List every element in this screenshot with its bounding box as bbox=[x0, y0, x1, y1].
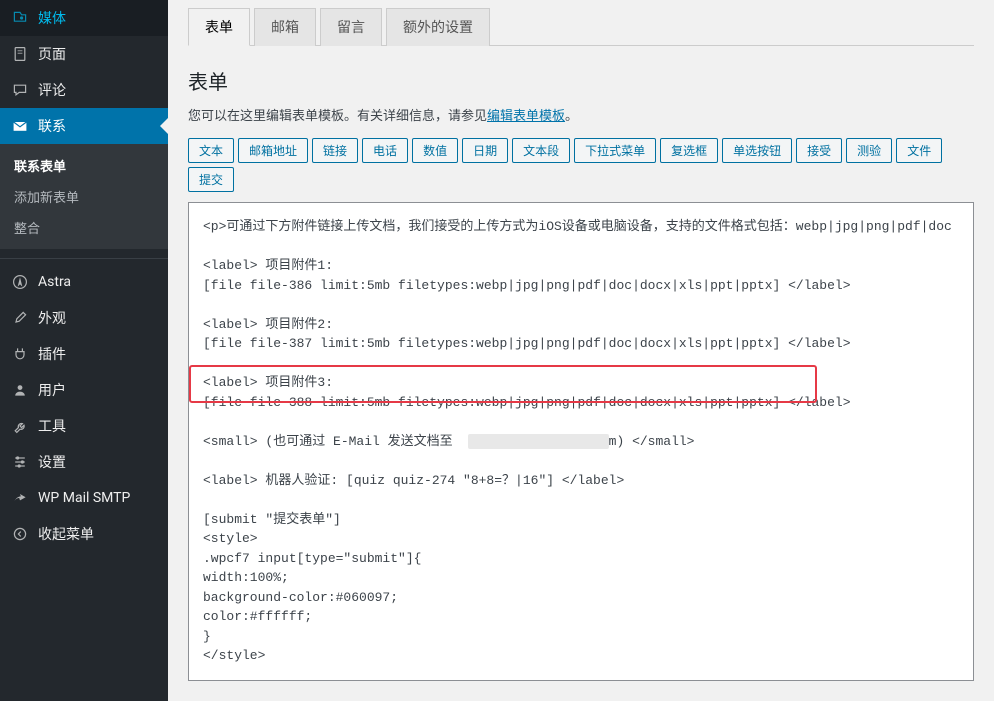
menu-item-brush[interactable]: 外观 bbox=[0, 300, 168, 336]
editor-line: .wpcf7 input[type="submit"]{ bbox=[203, 549, 959, 569]
editor-line bbox=[203, 412, 959, 432]
editor-line: } bbox=[203, 627, 959, 647]
tab-额外的设置[interactable]: 额外的设置 bbox=[386, 8, 490, 46]
plug-icon bbox=[10, 344, 30, 364]
menu-label: 用户 bbox=[38, 380, 66, 400]
editor-line: <style> bbox=[203, 529, 959, 549]
menu-item-smtp[interactable]: WP Mail SMTP bbox=[0, 480, 168, 516]
editor-line bbox=[203, 354, 959, 374]
editor-line bbox=[203, 490, 959, 510]
editor-line: width:100%; bbox=[203, 568, 959, 588]
editor-line bbox=[203, 451, 959, 471]
menu-item-collapse[interactable]: 收起菜单 bbox=[0, 516, 168, 552]
main-content: 表单邮箱留言额外的设置 表单 您可以在这里编辑表单模板。有关详细信息，请参见编辑… bbox=[168, 0, 994, 701]
admin-sidebar: 媒体页面评论联系 联系表单添加新表单整合 Astra 外观插件用户工具设置 WP M… bbox=[0, 0, 168, 701]
tool-icon bbox=[10, 416, 30, 436]
tag-button[interactable]: 数值 bbox=[412, 138, 458, 163]
menu-label: 页面 bbox=[38, 44, 66, 64]
editor-line: [submit "提交表单"] bbox=[203, 510, 959, 530]
collapse-icon bbox=[10, 524, 30, 544]
editor-line: [file file-386 limit:5mb filetypes:webp|… bbox=[203, 276, 959, 296]
panel-tabs: 表单邮箱留言额外的设置 bbox=[188, 0, 974, 46]
editor-line: <label> 项目附件2: bbox=[203, 315, 959, 335]
page-icon bbox=[10, 44, 30, 64]
tag-button[interactable]: 文本段 bbox=[512, 138, 570, 163]
menu-label: 设置 bbox=[38, 452, 66, 472]
submenu-item[interactable]: 联系表单 bbox=[0, 150, 168, 181]
tag-button[interactable]: 测验 bbox=[846, 138, 892, 163]
menu-item-plug[interactable]: 插件 bbox=[0, 336, 168, 372]
form-template-editor[interactable]: <p>可通过下方附件链接上传文档，我们接受的上传方式为iOS设备或电脑设备，支持… bbox=[188, 202, 974, 681]
tag-button[interactable]: 复选框 bbox=[660, 138, 718, 163]
editor-line bbox=[203, 237, 959, 257]
editor-line: color:#ffffff; bbox=[203, 607, 959, 627]
panel-description: 您可以在这里编辑表单模板。有关详细信息，请参见编辑表单模板。 bbox=[188, 105, 974, 124]
smtp-icon bbox=[10, 488, 30, 508]
astra-icon bbox=[10, 272, 30, 292]
editor-line: <label> 项目附件1: bbox=[203, 256, 959, 276]
tag-button[interactable]: 接受 bbox=[796, 138, 842, 163]
menu-label: 联系 bbox=[38, 116, 66, 136]
tag-button[interactable]: 日期 bbox=[462, 138, 508, 163]
editor-line: </style> bbox=[203, 646, 959, 666]
menu-label: 收起菜单 bbox=[38, 524, 94, 544]
menu-item-mail[interactable]: 联系 bbox=[0, 108, 168, 144]
menu-item-media[interactable]: 媒体 bbox=[0, 0, 168, 36]
menu-label: Astra bbox=[38, 274, 71, 290]
tag-button[interactable]: 文件 bbox=[896, 138, 942, 163]
submenu-item[interactable]: 添加新表单 bbox=[0, 181, 168, 212]
comment-icon bbox=[10, 80, 30, 100]
menu-label: 媒体 bbox=[38, 8, 66, 28]
mail-icon bbox=[10, 116, 30, 136]
tag-button[interactable]: 单选按钮 bbox=[722, 138, 792, 163]
menu-label: 外观 bbox=[38, 308, 66, 328]
submenu-item[interactable]: 整合 bbox=[0, 212, 168, 243]
menu-item-page[interactable]: 页面 bbox=[0, 36, 168, 72]
tag-button[interactable]: 电话 bbox=[362, 138, 408, 163]
menu-label: WP Mail SMTP bbox=[38, 490, 130, 506]
media-icon bbox=[10, 8, 30, 28]
menu-item-astra[interactable]: Astra bbox=[0, 264, 168, 300]
menu-item-comment[interactable]: 评论 bbox=[0, 72, 168, 108]
tag-button[interactable]: 下拉式菜单 bbox=[574, 138, 656, 163]
editor-line: <label> 机器人验证: [quiz quiz-274 "8+8=？|16"… bbox=[203, 471, 959, 491]
editor-line: <p>可通过下方附件链接上传文档，我们接受的上传方式为iOS设备或电脑设备，支持… bbox=[203, 217, 959, 237]
tag-button[interactable]: 提交 bbox=[188, 167, 234, 192]
doc-link[interactable]: 编辑表单模板 bbox=[487, 109, 565, 124]
menu-item-tool[interactable]: 工具 bbox=[0, 408, 168, 444]
tag-button[interactable]: 文本 bbox=[188, 138, 234, 163]
editor-line: <small> (也可通过 E-Mail 发送文档至 █████████████… bbox=[203, 432, 959, 452]
menu-label: 评论 bbox=[38, 80, 66, 100]
tag-button[interactable]: 邮箱地址 bbox=[238, 138, 308, 163]
tab-表单[interactable]: 表单 bbox=[188, 8, 250, 46]
editor-line: [file file-388 limit:5mb filetypes:webp|… bbox=[203, 393, 959, 413]
editor-line: [file file-387 limit:5mb filetypes:webp|… bbox=[203, 334, 959, 354]
brush-icon bbox=[10, 308, 30, 328]
editor-line bbox=[203, 295, 959, 315]
form-tag-buttons: 文本邮箱地址链接电话数值日期文本段下拉式菜单复选框单选按钮接受测验文件提交 bbox=[188, 138, 974, 192]
menu-item-settings[interactable]: 设置 bbox=[0, 444, 168, 480]
menu-label: 工具 bbox=[38, 416, 66, 436]
editor-line: background-color:#060097; bbox=[203, 588, 959, 608]
tab-留言[interactable]: 留言 bbox=[320, 8, 382, 46]
menu-item-user[interactable]: 用户 bbox=[0, 372, 168, 408]
editor-line: <label> 项目附件3: bbox=[203, 373, 959, 393]
settings-icon bbox=[10, 452, 30, 472]
menu-label: 插件 bbox=[38, 344, 66, 364]
user-icon bbox=[10, 380, 30, 400]
panel-title: 表单 bbox=[188, 66, 974, 95]
tab-邮箱[interactable]: 邮箱 bbox=[254, 8, 316, 46]
tag-button[interactable]: 链接 bbox=[312, 138, 358, 163]
